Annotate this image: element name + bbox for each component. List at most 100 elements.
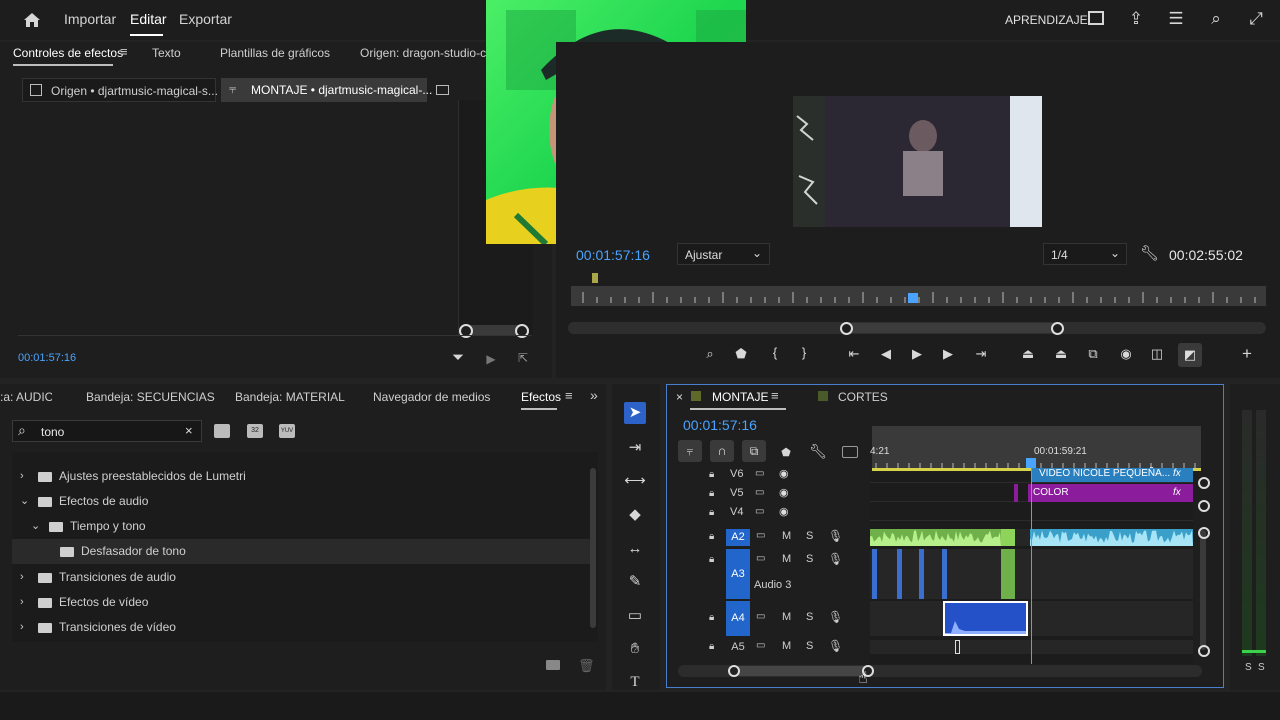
selection-tool-icon[interactable]: ➤ <box>624 402 646 424</box>
track-select-tool-icon[interactable]: ⇥ <box>624 437 646 459</box>
v5-clip-color[interactable]: COLOR fx <box>1028 484 1193 502</box>
effects-tree-item[interactable]: ⌄ Efectos de audio <box>12 489 592 514</box>
microphone-icon[interactable]: 🎙︎ <box>828 552 843 566</box>
effects-tree-item[interactable]: Desfasador de tono <box>12 539 592 564</box>
a2-clip-blue[interactable] <box>1030 529 1193 546</box>
fullscreen-icon[interactable]: ⤢ <box>1246 9 1266 29</box>
fit-dropdown[interactable]: Ajustar ⌄ <box>677 243 770 265</box>
mute-button[interactable]: M <box>782 553 791 565</box>
lift-icon[interactable]: ⏏ <box>1017 346 1039 362</box>
yuv-effects-icon[interactable]: YUV <box>279 424 295 438</box>
insert-sequence-button[interactable]: ⫧ <box>678 440 702 462</box>
tab-effect-controls[interactable]: Controles de efectos <box>13 46 123 60</box>
timeline-playhead-head[interactable] <box>1026 458 1036 468</box>
effects-tree-item[interactable]: › Transiciones de vídeo <box>12 615 592 640</box>
close-tab-icon[interactable]: × <box>676 390 683 404</box>
quick-menu-icon[interactable]: ☰ <box>1166 9 1186 29</box>
lock-icon[interactable]: 🔒︎ <box>709 507 714 518</box>
mark-in-button[interactable]: { <box>764 345 786 360</box>
timeline-view-icon[interactable] <box>436 85 449 95</box>
tab-navegador[interactable]: Navegador de medios <box>373 390 490 404</box>
search-icon[interactable]: ⌕ <box>1206 9 1226 29</box>
timeline-settings-icon[interactable]: 🔧︎ <box>809 441 827 461</box>
add-button-icon[interactable]: + <box>1236 344 1258 364</box>
lock-icon[interactable]: 🔒︎ <box>709 531 714 542</box>
effects-tree-item[interactable]: ⌄ Tiempo y tono <box>12 514 592 539</box>
film-icon[interactable]: ▭ <box>755 487 764 498</box>
filter-icon[interactable]: ⏷ <box>450 348 466 368</box>
hand-tool-icon[interactable]: ✋︎ <box>624 638 646 660</box>
track-target-a5[interactable]: A5 <box>726 640 750 654</box>
lock-icon[interactable]: 🔒︎ <box>709 612 714 623</box>
audio-scroll-handle-bottom[interactable] <box>1198 645 1210 657</box>
a3-clip-3[interactable] <box>919 549 924 599</box>
tab-plantillas[interactable]: Plantillas de gráficos <box>220 46 330 60</box>
compare-view-icon[interactable]: ⧉ <box>1082 346 1104 362</box>
accelerated-effects-icon[interactable] <box>214 424 230 438</box>
learning-label[interactable]: APRENDIZAJE <box>1005 13 1088 27</box>
menu-editar[interactable]: Editar <box>130 11 167 27</box>
program-zoom-range[interactable] <box>846 323 1058 333</box>
a3-clip-green[interactable] <box>1001 549 1015 599</box>
track-target-a2[interactable]: A2 <box>726 529 750 546</box>
export-frame-icon[interactable]: ◉ <box>1115 346 1137 362</box>
timeline-zoom-range[interactable] <box>732 666 868 676</box>
v5-clip-small[interactable] <box>1014 484 1018 502</box>
program-zoom-handle-right[interactable] <box>1051 322 1064 335</box>
type-tool-icon[interactable]: T <box>624 671 646 693</box>
razor-tool-icon[interactable]: ◆ <box>624 504 646 526</box>
audio-scroll-handle-top[interactable] <box>1198 527 1210 539</box>
menu-importar[interactable]: Importar <box>64 11 116 27</box>
subtab-origen[interactable]: Origen • djartmusic-magical-s... <box>22 78 218 102</box>
add-marker-zoom-icon[interactable]: ⌕ <box>699 346 721 362</box>
workspace-icon[interactable] <box>1088 11 1104 25</box>
go-to-out-icon[interactable]: ⇥ <box>970 346 992 362</box>
chevron-right-icon[interactable]: › <box>20 590 32 615</box>
chevron-down-icon[interactable]: ⌄ <box>31 514 43 539</box>
track-target-a3[interactable]: A3 <box>726 549 750 599</box>
tab-montaje[interactable]: MONTAJE <box>712 390 768 404</box>
tab-secuencias[interactable]: Bandeja: SECUENCIAS <box>86 390 215 404</box>
effects-search-input[interactable]: ⌕ tono × <box>12 420 202 442</box>
a3-clip-2[interactable] <box>897 549 902 599</box>
add-marker-icon[interactable]: ⬟ <box>730 346 752 362</box>
solo-button[interactable]: S <box>806 530 813 542</box>
linked-selection-button[interactable]: ⧉ <box>742 440 766 462</box>
film-icon[interactable]: ▭ <box>755 506 764 517</box>
pen-tool-icon[interactable]: ✎ <box>624 571 646 593</box>
eye-icon[interactable]: ◉ <box>779 505 789 518</box>
lock-icon[interactable]: 🔒︎ <box>709 641 714 652</box>
effect-timecode[interactable]: 00:01:57:16 <box>18 352 76 364</box>
add-marker-icon[interactable]: ⬟ <box>779 443 793 463</box>
tab-material[interactable]: Bandeja: MATERIAL <box>235 390 345 404</box>
step-back-icon[interactable]: ◀ <box>875 346 897 362</box>
ripple-edit-tool-icon[interactable]: ⟷ <box>624 470 646 492</box>
tab-menu-icon[interactable]: ≡ <box>565 388 573 403</box>
eye-icon[interactable]: ◉ <box>779 467 789 480</box>
mute-button[interactable]: M <box>782 611 791 623</box>
film-icon[interactable]: ▭ <box>756 553 765 564</box>
overlay-icon[interactable]: ◫ <box>1146 346 1168 362</box>
play-icon[interactable]: ▶ <box>906 346 928 362</box>
clear-search-icon[interactable]: × <box>185 423 193 438</box>
meter-solo-right[interactable]: S <box>1258 662 1265 673</box>
slip-tool-icon[interactable]: ↔ <box>624 538 646 560</box>
chevron-down-icon[interactable]: ⌄ <box>20 489 32 514</box>
tab-texto[interactable]: Texto <box>152 46 181 60</box>
film-icon[interactable]: ▭ <box>756 640 765 651</box>
chevron-right-icon[interactable]: › <box>20 565 32 590</box>
play-audio-icon[interactable]: ▶ <box>483 349 499 369</box>
video-scroll-handle-top[interactable] <box>1198 477 1210 489</box>
wrench-icon[interactable]: 🔧︎ <box>1140 244 1159 264</box>
timeline-timecode[interactable]: 00:01:57:16 <box>683 417 757 433</box>
a4-clip-selected[interactable] <box>943 601 1028 636</box>
rectangle-tool-icon[interactable]: ▭ <box>624 605 646 627</box>
tab-menu-icon[interactable]: ≡ <box>771 388 779 403</box>
microphone-icon[interactable]: 🎙︎ <box>828 639 843 653</box>
extract-icon[interactable]: ⏏ <box>1050 346 1072 362</box>
go-to-in-icon[interactable]: ⇤ <box>843 346 865 362</box>
effects-tree-item[interactable]: › Efectos de vídeo <box>12 590 592 615</box>
new-bin-icon[interactable] <box>546 660 560 670</box>
track-target-a4[interactable]: A4 <box>726 601 750 636</box>
effects-scrollbar[interactable] <box>590 468 596 628</box>
